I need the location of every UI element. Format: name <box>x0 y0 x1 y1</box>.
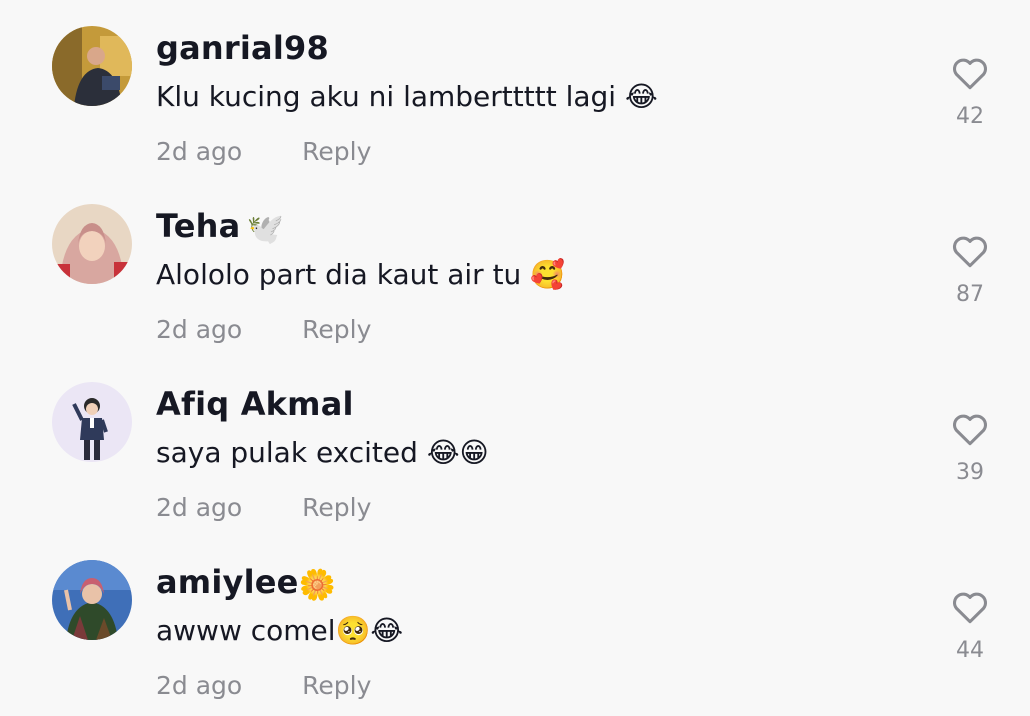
username-text[interactable]: Teha <box>156 207 240 245</box>
comment-text: Alololo part dia kaut air tu 🥰 <box>156 258 566 291</box>
like-count: 87 <box>956 282 984 307</box>
timestamp: 2d ago <box>156 493 243 522</box>
avatar[interactable] <box>52 382 132 462</box>
avatar[interactable] <box>52 204 132 284</box>
heart-outline-icon[interactable] <box>951 412 989 446</box>
comment-text: saya pulak excited 😂😁 <box>156 436 489 469</box>
dove-emoji: 🕊️ <box>246 212 285 247</box>
comment-item: ganrial98 Klu kucing aku ni lamberttttt … <box>0 0 1030 178</box>
comment-meta: 2d ago Reply <box>156 492 371 524</box>
avatar[interactable] <box>52 26 132 106</box>
heart-outline-icon[interactable] <box>951 234 989 268</box>
like-button[interactable]: 42 <box>946 56 994 129</box>
reply-button[interactable]: Reply <box>302 493 371 522</box>
reply-button[interactable]: Reply <box>302 315 371 344</box>
comment-text: awww comel🥺😂 <box>156 614 404 647</box>
username[interactable]: Afiq Akmal <box>156 384 354 424</box>
heart-outline-icon[interactable] <box>951 56 989 90</box>
comment-meta: 2d ago Reply <box>156 314 371 346</box>
comment-item: Afiq Akmal saya pulak excited 😂😁 2d ago … <box>0 356 1030 534</box>
like-count: 44 <box>956 638 984 663</box>
like-count: 42 <box>956 104 984 129</box>
comment-text: Klu kucing aku ni lamberttttt lagi 😂 <box>156 80 658 113</box>
heart-outline-icon[interactable] <box>951 590 989 624</box>
like-button[interactable]: 39 <box>946 412 994 485</box>
username[interactable]: ganrial98 <box>156 28 329 68</box>
blossom-emoji: 🌼 <box>298 568 337 603</box>
reply-button[interactable]: Reply <box>302 137 371 166</box>
timestamp: 2d ago <box>156 315 243 344</box>
like-button[interactable]: 44 <box>946 590 994 663</box>
like-button[interactable]: 87 <box>946 234 994 307</box>
comment-meta: 2d ago Reply <box>156 670 371 702</box>
username-text[interactable]: amiylee <box>156 563 299 601</box>
timestamp: 2d ago <box>156 671 243 700</box>
reply-button[interactable]: Reply <box>302 671 371 700</box>
username-text[interactable]: ganrial98 <box>156 29 329 67</box>
like-count: 39 <box>956 460 984 485</box>
username-text[interactable]: Afiq Akmal <box>156 385 354 423</box>
username[interactable]: amiylee🌼 <box>156 562 336 606</box>
comment-item: amiylee🌼 awww comel🥺😂 2d ago Reply 44 <box>0 534 1030 712</box>
comment-item: Teha 🕊️ Alololo part dia kaut air tu 🥰 2d… <box>0 178 1030 356</box>
username[interactable]: Teha 🕊️ <box>156 206 284 250</box>
comment-meta: 2d ago Reply <box>156 136 371 168</box>
timestamp: 2d ago <box>156 137 243 166</box>
avatar[interactable] <box>52 560 132 640</box>
